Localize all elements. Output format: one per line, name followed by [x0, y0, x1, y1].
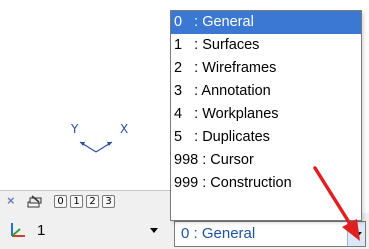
layer-option-0[interactable]: 0 : General	[171, 11, 361, 34]
triad-axes-icon	[79, 141, 113, 153]
axis-triad: Y X	[60, 115, 150, 165]
layer-option-5[interactable]: 5 : Duplicates	[171, 126, 361, 149]
layer-tab-3[interactable]: 3	[102, 195, 115, 208]
workplane-axis-icon	[11, 223, 25, 237]
layer-option-3[interactable]: 3 : Annotation	[171, 80, 361, 103]
layer-option-1[interactable]: 1 : Surfaces	[171, 34, 361, 57]
layer-tab-0[interactable]: 0	[54, 195, 67, 208]
layer-option-2[interactable]: 2 : Wireframes	[171, 57, 361, 80]
layer-option-4[interactable]: 4 : Workplanes	[171, 103, 361, 126]
layer-stack-icon[interactable]	[26, 194, 42, 210]
annotation-arrow-icon	[313, 166, 360, 241]
layer-tab-2[interactable]: 2	[86, 195, 99, 208]
layer-toolbar: × 0 1 2 3	[0, 190, 176, 214]
layer-tab-1[interactable]: 1	[70, 195, 83, 208]
coord-system-value[interactable]: 1	[37, 222, 45, 239]
close-icon[interactable]: ×	[7, 194, 19, 207]
chevron-down-icon[interactable]	[150, 228, 158, 233]
